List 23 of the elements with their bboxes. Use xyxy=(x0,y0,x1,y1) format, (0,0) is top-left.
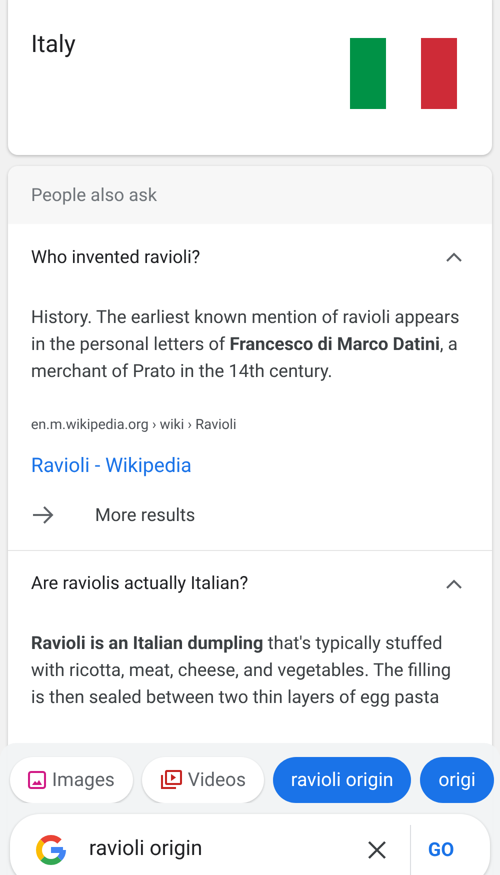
video-icon xyxy=(160,770,182,790)
section-heading: People also ask xyxy=(31,184,157,208)
result-link[interactable]: Ravioli - Wikipedia xyxy=(31,450,192,480)
image-icon xyxy=(28,771,46,789)
question-row[interactable]: Who invented ravioli? xyxy=(8,224,492,290)
google-logo-icon xyxy=(35,834,67,866)
suggestion-chip[interactable]: origi xyxy=(420,757,494,803)
answer-paragraph: Ravioli is an Italian dumpling that's typically stuffed with ricotta, meat, cheese, and vegetables. The filling is then sealed between two thin layers of egg pasta xyxy=(30,632,452,710)
arrow-right-icon xyxy=(32,506,54,524)
images-chip[interactable]: Images xyxy=(10,757,133,803)
country-title: Italy xyxy=(31,29,76,60)
more-results-link[interactable]: More results xyxy=(95,502,196,528)
caret-up-icon[interactable] xyxy=(446,252,462,262)
answer-paragraph: History. The earliest known mention of ravioli appears in the personal letters of Francesco di Marco Datini, a merchant of Prato in the 14th century. xyxy=(30,306,460,384)
search-field[interactable]: ravioli origin xyxy=(89,834,344,866)
go-button[interactable]: GO xyxy=(428,836,454,864)
videos-chip[interactable]: Videos xyxy=(142,757,264,803)
close-icon[interactable] xyxy=(368,841,386,859)
caret-up-icon[interactable] xyxy=(446,578,462,588)
question-row[interactable]: Are raviolis actually Italian? xyxy=(8,550,492,616)
suggestion-chip[interactable]: ravioli origin xyxy=(272,757,412,803)
flag-icon xyxy=(350,38,457,109)
source-url: en.m.wikipedia.org › wiki › Ravioli xyxy=(31,416,236,435)
